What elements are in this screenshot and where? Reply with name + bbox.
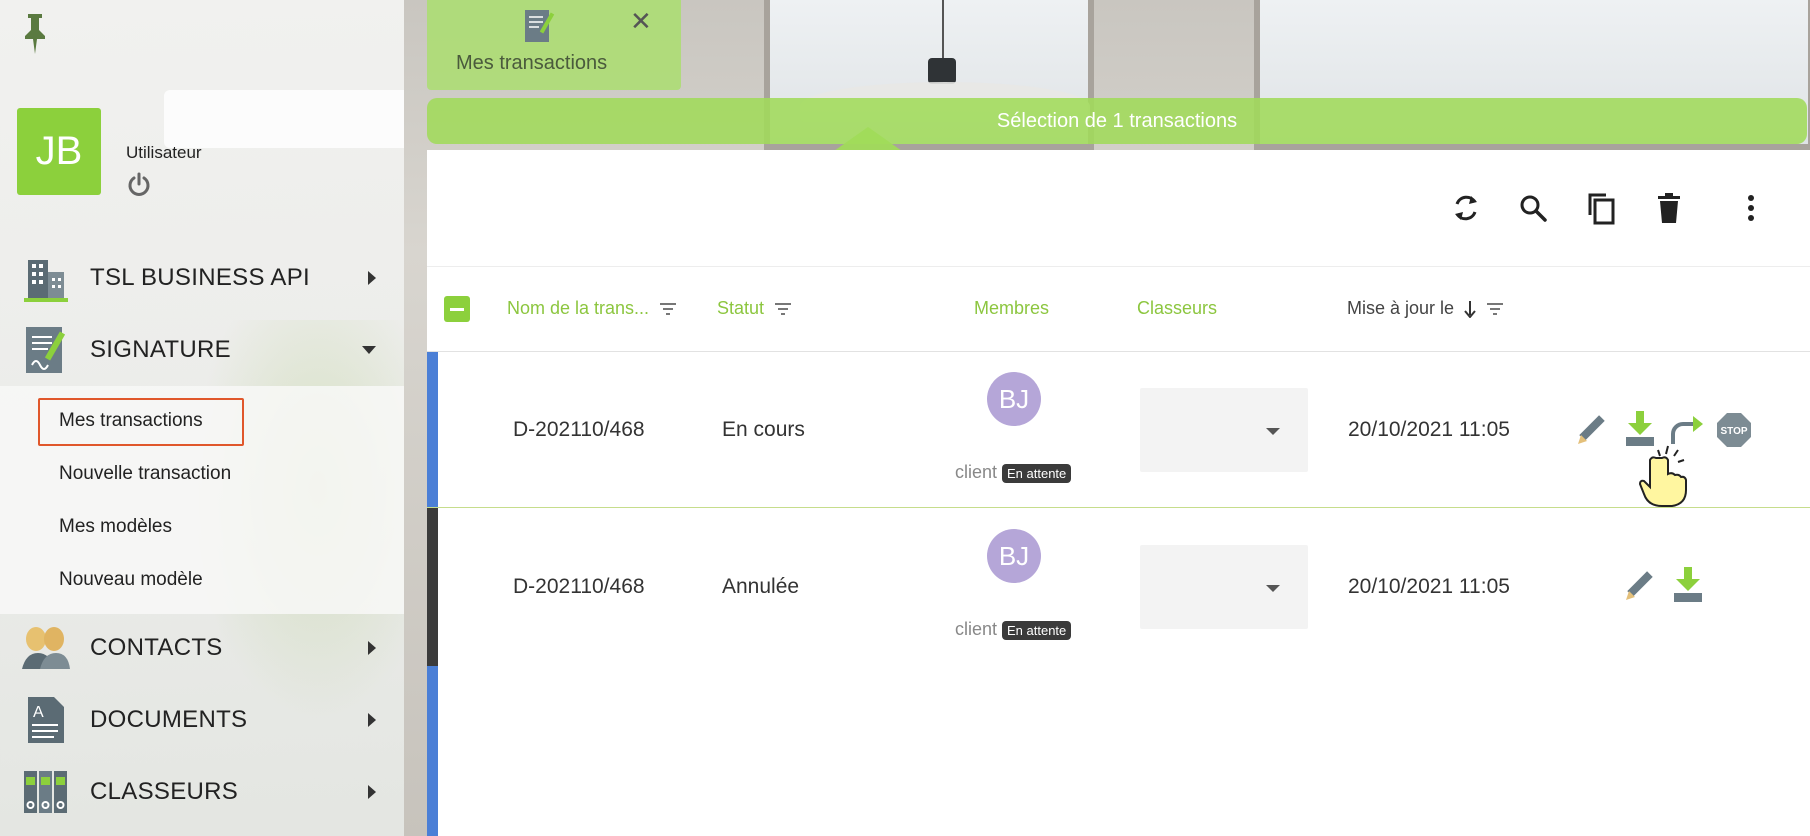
signature-document-icon [525,10,555,42]
trash-icon [1658,193,1680,223]
status-badge: En attente [1002,464,1072,483]
submenu-item-mes-modeles[interactable]: Mes modèles [59,516,172,538]
filter-icon[interactable] [774,302,792,316]
edit-button[interactable] [1620,566,1660,606]
nav-item-documents[interactable]: A DOCUMENTS [0,684,404,756]
document-icon: A [28,697,64,743]
refresh-button[interactable] [1448,188,1484,228]
column-header-members: Membres [974,298,1049,319]
column-header-label: Statut [717,298,765,318]
tab-close-icon[interactable]: ✕ [630,8,652,34]
chevron-down-icon [362,346,376,354]
duplicate-button[interactable] [1583,188,1619,228]
pin-icon[interactable] [20,12,50,56]
submenu-item-nouvelle-transaction[interactable]: Nouvelle transaction [59,463,231,485]
status-badge: En attente [1002,621,1072,640]
selection-bar-text: Sélection de 1 transactions [996,109,1238,132]
nav-item-label: CLASSEURS [90,778,239,805]
nav-item-classeurs[interactable]: CLASSEURS [0,756,404,828]
column-header-updated[interactable]: Mise à jour le [1347,298,1504,319]
row-status-bar [427,666,438,836]
nav-item-label: CONTACTS [90,634,223,661]
download-button[interactable] [1668,564,1708,604]
search-button[interactable] [1515,188,1551,228]
chevron-right-icon [368,785,376,799]
contacts-icon [22,627,70,669]
caret-down-icon [1266,428,1280,435]
tab-label: Mes transactions [456,52,608,74]
nav-item-contacts[interactable]: CONTACTS [0,612,404,684]
svg-text:A: A [33,704,44,721]
more-vertical-icon [1748,195,1754,221]
updated-date: 20/10/2021 11:05 [1348,575,1510,598]
submenu-item-nouveau-modele[interactable]: Nouveau modèle [59,569,203,591]
member-role: client [955,619,998,639]
filter-icon[interactable] [1486,302,1504,316]
binder-select[interactable] [1140,388,1308,472]
background-lamp-wire [942,0,944,60]
search-icon [1520,195,1547,222]
member-role: client [955,462,998,482]
selection-bar-pointer [834,127,902,151]
more-options-button[interactable] [1733,188,1769,228]
pencil-icon [1626,571,1653,600]
background-lamp [928,58,956,84]
refresh-icon [1455,195,1477,221]
updated-date: 20/10/2021 11:05 [1348,418,1510,441]
column-header-label: Membres [974,298,1050,318]
row-status-bar [427,508,438,666]
binder-select[interactable] [1140,545,1308,629]
delete-button[interactable] [1651,188,1687,228]
user-role: Utilisateur [126,143,202,162]
user-avatar[interactable]: JB [17,108,101,195]
row-status-bar [427,352,438,508]
transaction-status: En cours [722,418,805,441]
chevron-right-icon [368,641,376,655]
select-all-checkbox[interactable] [444,296,470,322]
sort-descending-icon[interactable] [1464,300,1476,318]
chevron-right-icon [368,271,376,285]
sidebar: JB Utilisateur TSL BUSINESS API SIGNATUR… [0,0,404,836]
nav-item-tsl-business-api[interactable]: TSL BUSINESS API [0,242,404,314]
column-header-label: Mise à jour le [1347,298,1455,318]
nav-item-label: SIGNATURE [90,336,231,363]
signature-document-icon [26,327,66,373]
edit-button[interactable] [1572,410,1612,450]
binders-icon [24,771,67,813]
nav-item-signature[interactable]: SIGNATURE [0,314,404,386]
selection-bar: Sélection de 1 transactions [427,98,1807,144]
download-icon [1626,411,1654,446]
building-icon [24,260,68,302]
click-hand-icon [1638,445,1687,507]
column-header-label: Nom de la trans... [507,298,650,318]
submenu-item-mes-transactions[interactable]: Mes transactions [59,410,203,432]
download-icon [1674,567,1702,602]
copy-icon [1588,193,1615,225]
power-icon[interactable] [126,172,152,198]
column-header-binders: Classeurs [1137,298,1217,319]
transaction-status: Annulée [722,575,800,598]
column-header-name[interactable]: Nom de la trans... [507,298,677,319]
caret-down-icon [1266,585,1280,592]
download-button[interactable] [1620,408,1660,448]
redo-arrow-icon [1671,416,1703,444]
stop-button[interactable]: STOP [1714,410,1754,450]
member-avatar[interactable]: BJ [987,372,1041,426]
transaction-name: D-202110/468 [513,575,645,598]
member-avatar[interactable]: BJ [987,529,1041,583]
column-header-label: Classeurs [1137,298,1218,318]
pencil-icon [1578,415,1605,444]
nav-item-label: TSL BUSINESS API [90,264,310,291]
user-info-box [164,90,404,148]
filter-icon[interactable] [659,302,677,316]
column-header-status[interactable]: Statut [717,298,792,319]
nav-item-label: DOCUMENTS [90,706,248,733]
svg-text:STOP: STOP [1720,426,1747,437]
stop-icon: STOP [1717,413,1751,447]
chevron-right-icon [368,713,376,727]
transaction-name: D-202110/468 [513,418,645,441]
